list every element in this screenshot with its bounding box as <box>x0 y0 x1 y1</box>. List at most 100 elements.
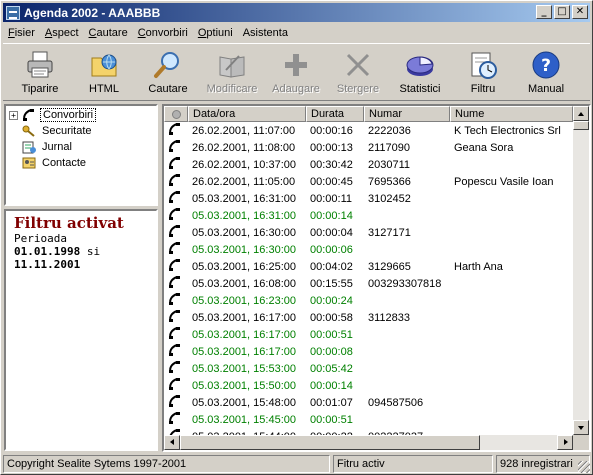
title-bar[interactable]: Agenda 2002 - AAABBB _ □ ✕ <box>3 3 590 22</box>
print-button[interactable]: Tiparire <box>9 50 71 100</box>
table-row[interactable]: 05.03.2001, 16:25:00 00:04:02 3129665 Harth… <box>164 258 573 275</box>
minimize-button[interactable]: _ <box>536 5 552 19</box>
table-row[interactable]: 05.03.2001, 16:08:00 00:15:55 003293307818 <box>164 275 573 292</box>
status-copyright: Copyright Sealite Sytems 1997-2001 <box>3 455 330 473</box>
menu-convorbiri[interactable]: Convorbiri <box>133 27 193 39</box>
phone-icon <box>164 326 188 343</box>
cell-duration: 00:00:45 <box>310 175 353 188</box>
table-row[interactable]: 05.03.2001, 16:31:00 00:00:14 <box>164 207 573 224</box>
expand-toggle[interactable]: + <box>9 110 18 120</box>
grid-header: Data/ora Durata Numar Nume <box>164 106 573 122</box>
table-row[interactable]: 26.02.2001, 11:07:00 00:00:16 2222036 K Tec… <box>164 122 573 139</box>
cell-number: 3129665 <box>368 260 411 273</box>
menu-asistenta[interactable]: Asistenta <box>238 27 293 39</box>
menu-optiuni[interactable]: Optiuni <box>193 27 238 39</box>
table-row[interactable]: 05.03.2001, 15:50:00 00:00:14 <box>164 377 573 394</box>
phone-icon <box>164 139 188 156</box>
phone-icon <box>164 411 188 428</box>
cell-duration: 00:00:06 <box>310 243 353 256</box>
cell-date: 26.02.2001, 11:05:00 <box>192 175 296 188</box>
contact-card-icon <box>22 156 36 170</box>
app-icon[interactable] <box>6 5 20 20</box>
cell-date: 26.02.2001, 10:37:00 <box>192 158 296 171</box>
menu-fisier[interactable]: Fisier <box>3 27 40 39</box>
cell-number: 003293307818 <box>368 277 442 290</box>
html-button[interactable]: HTML <box>73 50 135 100</box>
horizontal-scrollbar[interactable] <box>164 435 573 450</box>
table-row[interactable]: 05.03.2001, 16:30:00 00:00:04 3127171 <box>164 224 573 241</box>
add-button[interactable]: Adaugare <box>265 50 327 100</box>
filter-panel: Filtru activat Perioada 01.01.1998 si 11… <box>4 209 158 451</box>
search-button[interactable]: Cautare <box>137 50 199 100</box>
table-row[interactable]: 05.03.2001, 16:23:00 00:00:24 <box>164 292 573 309</box>
column-header-name[interactable]: Nume <box>450 106 573 122</box>
scroll-right-button[interactable] <box>557 435 573 450</box>
table-row[interactable]: 26.02.2001, 10:37:00 00:30:42 2030711 <box>164 156 573 173</box>
maximize-button[interactable]: □ <box>554 5 570 19</box>
table-row[interactable]: 05.03.2001, 16:17:00 00:00:08 <box>164 343 573 360</box>
tree-item-contacte[interactable]: Contacte <box>18 155 88 171</box>
phone-icon <box>164 394 188 411</box>
table-row[interactable]: 05.03.2001, 16:17:00 00:00:51 <box>164 326 573 343</box>
tree-item-jurnal[interactable]: Jurnal <box>18 139 74 155</box>
resize-grip[interactable] <box>578 461 590 473</box>
scroll-up-button[interactable] <box>573 106 589 121</box>
table-row[interactable]: 26.02.2001, 11:08:00 00:00:13 2117090 Geana… <box>164 139 573 156</box>
phone-icon <box>164 428 188 435</box>
menu-aspect[interactable]: Aspect <box>40 27 84 39</box>
scroll-left-button[interactable] <box>164 435 180 450</box>
cell-date: 05.03.2001, 16:31:00 <box>192 192 296 205</box>
table-row[interactable]: 05.03.2001, 15:48:00 00:01:07 094587506 <box>164 394 573 411</box>
edit-button[interactable]: Modificare <box>201 50 263 100</box>
column-header-number[interactable]: Numar <box>364 106 450 122</box>
tree-item-convorbiri[interactable]: + Convorbiri <box>6 107 97 123</box>
help-icon: ? <box>531 50 561 80</box>
cell-number: 094587506 <box>368 396 424 409</box>
pie-chart-icon <box>405 50 435 80</box>
column-header-duration[interactable]: Durata <box>306 106 364 122</box>
table-row[interactable]: 05.03.2001, 15:45:00 00:00:51 <box>164 411 573 428</box>
cell-date: 05.03.2001, 16:30:00 <box>192 243 296 256</box>
status-filter: Fitru activ <box>333 455 493 473</box>
filter-button[interactable]: Filtru <box>452 50 514 100</box>
cell-number: 3127171 <box>368 226 411 239</box>
filter-period-label: Perioada <box>14 232 67 245</box>
menu-cautare[interactable]: Cautare <box>84 27 133 39</box>
delete-button[interactable]: Stergere <box>327 50 389 100</box>
cell-duration: 00:01:07 <box>310 396 353 409</box>
grid-rows: 26.02.2001, 11:07:00 00:00:16 2222036 K Tec… <box>164 122 573 435</box>
table-row[interactable]: 05.03.2001, 15:44:0000:00:22002227037 <box>164 428 573 435</box>
cell-number: 7695366 <box>368 175 411 188</box>
horizontal-scroll-thumb[interactable] <box>180 435 480 450</box>
table-row[interactable]: 05.03.2001, 16:30:00 00:00:06 <box>164 241 573 258</box>
phone-icon <box>164 360 188 377</box>
menu-bar: Fisier Aspect Cautare Convorbiri Optiuni… <box>3 23 590 42</box>
phone-icon <box>164 224 188 241</box>
key-icon <box>22 124 36 138</box>
manual-button[interactable]: ? Manual <box>515 50 577 100</box>
navigation-tree: + Convorbiri Securitate Jurnal Contacte <box>4 104 158 206</box>
table-row[interactable]: 05.03.2001, 15:53:00 00:05:42 <box>164 360 573 377</box>
close-button[interactable]: ✕ <box>572 5 588 19</box>
scroll-down-button[interactable] <box>573 420 589 435</box>
stats-button[interactable]: Statistici <box>389 50 451 100</box>
tree-item-securitate[interactable]: Securitate <box>18 123 94 139</box>
column-header-date[interactable]: Data/ora <box>188 106 306 122</box>
table-row[interactable]: 26.02.2001, 11:05:00 00:00:45 7695366 Popes… <box>164 173 573 190</box>
table-row[interactable]: 05.03.2001, 16:17:00 00:00:58 3112833 <box>164 309 573 326</box>
cell-name: Harth Ana <box>454 260 503 273</box>
cell-number: 3112833 <box>368 311 411 324</box>
cell-number: 3102452 <box>368 192 411 205</box>
cell-duration: 00:15:55 <box>310 277 353 290</box>
table-row[interactable]: 05.03.2001, 16:31:00 00:00:11 3102452 <box>164 190 573 207</box>
vertical-scrollbar[interactable] <box>573 106 589 435</box>
filter-clock-icon <box>468 50 498 80</box>
cell-date: 05.03.2001, 16:31:00 <box>192 209 296 222</box>
cell-number: 2117090 <box>368 141 411 154</box>
html-folder-icon <box>89 50 119 80</box>
status-column-header[interactable] <box>164 106 188 122</box>
cell-date: 05.03.2001, 15:50:00 <box>192 379 296 392</box>
vertical-scroll-thumb[interactable] <box>573 121 589 130</box>
cell-date: 26.02.2001, 11:07:00 <box>192 124 296 137</box>
cell-date: 05.03.2001, 16:23:00 <box>192 294 296 307</box>
